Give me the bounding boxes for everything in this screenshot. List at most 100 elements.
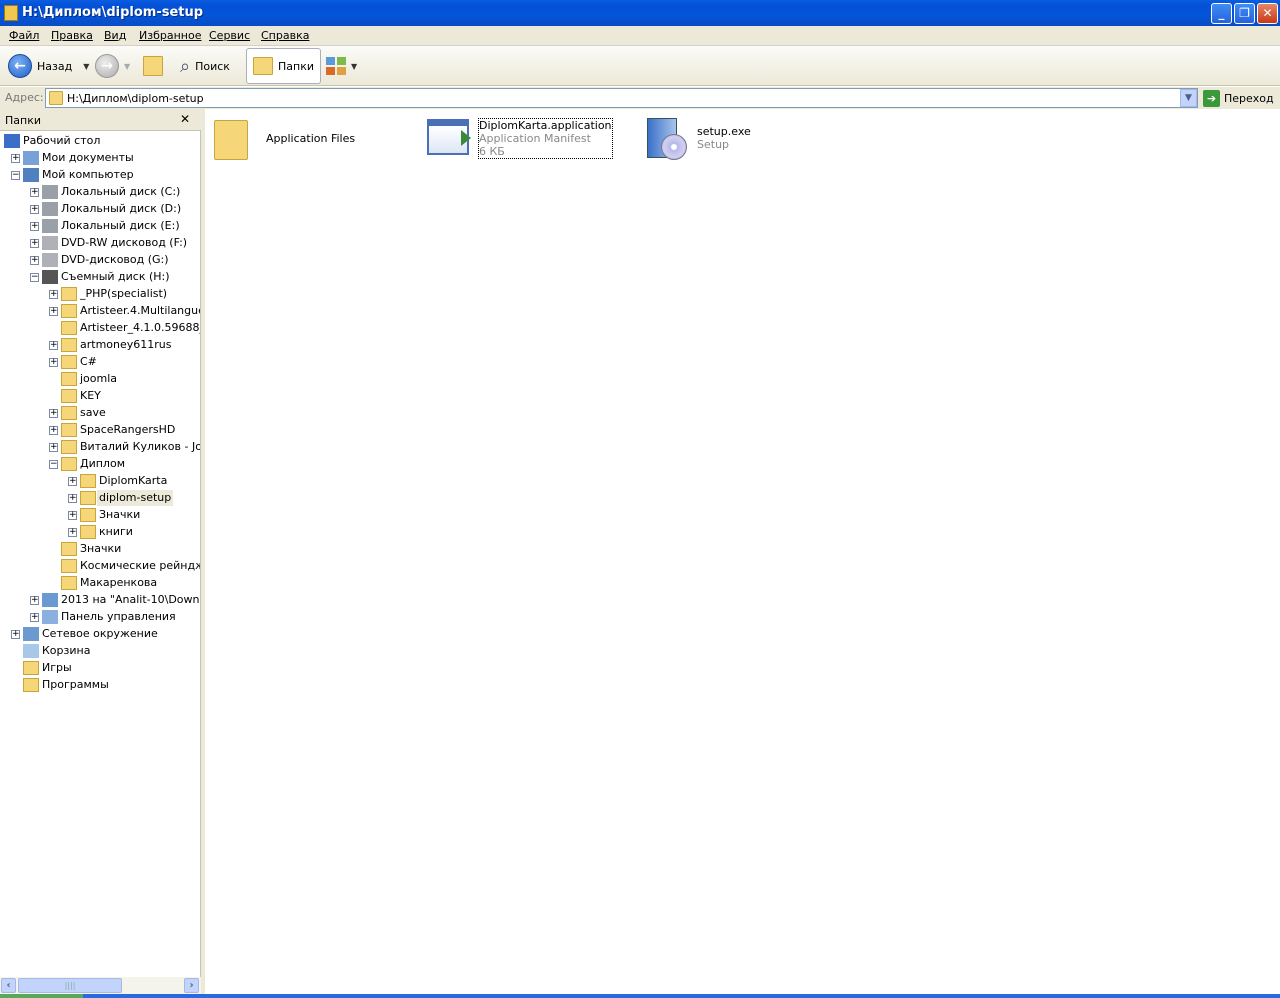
forward-button[interactable]: → ▼ xyxy=(95,48,130,84)
tree-item[interactable]: + DVD-RW дисковод (F:) xyxy=(0,235,200,251)
menu-help[interactable]: Справка xyxy=(261,29,309,42)
folder-icon xyxy=(49,91,63,105)
application-manifest-icon xyxy=(425,114,473,162)
menu-tools[interactable]: Сервис xyxy=(209,29,250,42)
maximize-button[interactable]: ❐ xyxy=(1234,3,1255,24)
file-item-application-files[interactable]: Application Files xyxy=(210,114,355,162)
scroll-left-button[interactable]: ‹ xyxy=(1,978,16,993)
expand-icon[interactable]: + xyxy=(30,256,39,265)
folders-button[interactable]: Папки xyxy=(246,48,321,84)
tree-item[interactable]: − Мой компьютер xyxy=(0,167,200,183)
tree-item[interactable]: + Значки xyxy=(0,507,200,523)
expand-icon[interactable]: + xyxy=(49,307,58,316)
minimize-button[interactable]: _ xyxy=(1211,3,1232,24)
search-button[interactable]: ⌕ Поиск xyxy=(180,48,230,84)
back-dropdown-icon[interactable]: ▼ xyxy=(83,62,89,71)
collapse-icon[interactable]: − xyxy=(11,171,20,180)
expand-icon[interactable]: + xyxy=(68,494,77,503)
folder-tree: Рабочий стол + Мои документы − Мой компьютер… xyxy=(0,133,200,978)
expand-icon[interactable]: + xyxy=(49,409,58,418)
tree-item[interactable]: Рабочий стол xyxy=(0,133,200,149)
up-button[interactable] xyxy=(143,48,163,84)
file-item-setup-exe[interactable]: setup.exe Setup xyxy=(643,114,751,162)
tree-item[interactable]: Корзина xyxy=(0,643,200,659)
expand-icon[interactable]: + xyxy=(30,188,39,197)
address-input[interactable]: H:\Диплом\diplom-setup ▼ xyxy=(45,88,1198,108)
expand-icon[interactable]: + xyxy=(49,358,58,367)
folders-label: Папки xyxy=(278,59,314,73)
menu-edit[interactable]: Правка xyxy=(51,29,93,42)
tree-item[interactable]: Artisteer_4.1.0.59688_B xyxy=(0,320,200,336)
tree-item-label: Космические рейнджер xyxy=(80,559,200,572)
back-button[interactable]: ← Назад ▼ xyxy=(8,48,89,84)
tree-item[interactable]: + _PHP(specialist) xyxy=(0,286,200,302)
expand-icon[interactable]: + xyxy=(30,205,39,214)
close-pane-button[interactable]: ✕ xyxy=(180,112,190,126)
folder-up-icon xyxy=(143,56,163,76)
tree-item-label: _PHP(specialist) xyxy=(80,287,168,300)
tree-item[interactable]: + C# xyxy=(0,354,200,370)
tree-item[interactable]: joomla xyxy=(0,371,200,387)
tree-item[interactable]: + книги xyxy=(0,524,200,540)
collapse-icon[interactable]: − xyxy=(30,273,39,282)
tree-item[interactable]: Значки xyxy=(0,541,200,557)
tree-item-label: Рабочий стол xyxy=(23,134,101,147)
tree-item[interactable]: + Панель управления xyxy=(0,609,200,625)
tree-item[interactable]: − Съемный диск (H:) xyxy=(0,269,200,285)
cp-icon xyxy=(42,610,58,624)
tree-item[interactable]: + Локальный диск (C:) xyxy=(0,184,200,200)
tree-item[interactable]: KEY xyxy=(0,388,200,404)
tree-item[interactable]: + DiplomKarta xyxy=(0,473,200,489)
start-button-edge[interactable] xyxy=(0,994,83,998)
tree-item[interactable]: − Диплом xyxy=(0,456,200,472)
expand-icon[interactable]: + xyxy=(30,239,39,248)
file-item-diplomkarta-application[interactable]: DiplomKarta.application Application Mani… xyxy=(425,114,613,162)
menu-bar: Файл Правка Вид Избранное Сервис Справка xyxy=(0,26,1280,46)
tree-item[interactable]: + SpaceRangersHD xyxy=(0,422,200,438)
scroll-right-button[interactable]: › xyxy=(184,978,199,993)
tree-item[interactable]: Макаренкова xyxy=(0,575,200,591)
expand-icon[interactable]: + xyxy=(68,528,77,537)
drive-icon xyxy=(42,219,58,233)
expand-icon[interactable]: + xyxy=(49,341,58,350)
folder-icon xyxy=(61,287,77,301)
expand-icon[interactable]: + xyxy=(49,443,58,452)
address-dropdown-icon[interactable]: ▼ xyxy=(1180,89,1197,107)
expand-icon[interactable]: + xyxy=(11,154,20,163)
horizontal-scrollbar[interactable]: ‹ |||| › xyxy=(0,977,201,994)
tree-item-label: Корзина xyxy=(42,644,91,657)
collapse-icon[interactable]: − xyxy=(49,460,58,469)
folder-icon xyxy=(80,508,96,522)
go-button[interactable]: ➔ Переход xyxy=(1203,88,1274,108)
scroll-thumb[interactable]: |||| xyxy=(18,978,122,993)
tree-item[interactable]: + Мои документы xyxy=(0,150,200,166)
expand-icon[interactable]: + xyxy=(49,426,58,435)
expand-icon[interactable]: + xyxy=(30,222,39,231)
tree-item[interactable]: + Artisteer.4.Multilangue.P xyxy=(0,303,200,319)
expand-icon[interactable]: + xyxy=(30,596,39,605)
expand-icon[interactable]: + xyxy=(68,477,77,486)
tree-item[interactable]: + save xyxy=(0,405,200,421)
close-button[interactable]: ✕ xyxy=(1257,3,1278,24)
menu-file[interactable]: Файл xyxy=(9,29,39,42)
tree-item[interactable]: + Локальный диск (E:) xyxy=(0,218,200,234)
tree-item[interactable]: +2013 на "Analit-10\DownLoa xyxy=(0,592,200,608)
forward-dropdown-icon[interactable]: ▼ xyxy=(124,62,130,71)
tree-item[interactable]: + DVD-дисковод (G:) xyxy=(0,252,200,268)
tree-item-label: Мой компьютер xyxy=(42,168,134,181)
tree-item[interactable]: + diplom-setup xyxy=(0,490,200,506)
expand-icon[interactable]: + xyxy=(68,511,77,520)
menu-favorites[interactable]: Избранное xyxy=(139,29,201,42)
tree-item[interactable]: + Локальный диск (D:) xyxy=(0,201,200,217)
expand-icon[interactable]: + xyxy=(30,613,39,622)
tree-item[interactable]: + Сетевое окружение xyxy=(0,626,200,642)
expand-icon[interactable]: + xyxy=(49,290,58,299)
tree-item[interactable]: Космические рейнджер xyxy=(0,558,200,574)
menu-view[interactable]: Вид xyxy=(104,29,126,42)
views-button[interactable]: ▼ xyxy=(326,48,357,84)
tree-item[interactable]: Программы xyxy=(0,677,200,693)
tree-item[interactable]: + artmoney611rus xyxy=(0,337,200,353)
tree-item[interactable]: Игры xyxy=(0,660,200,676)
tree-item[interactable]: + Виталий Куликов - Joon xyxy=(0,439,200,455)
expand-icon[interactable]: + xyxy=(11,630,20,639)
